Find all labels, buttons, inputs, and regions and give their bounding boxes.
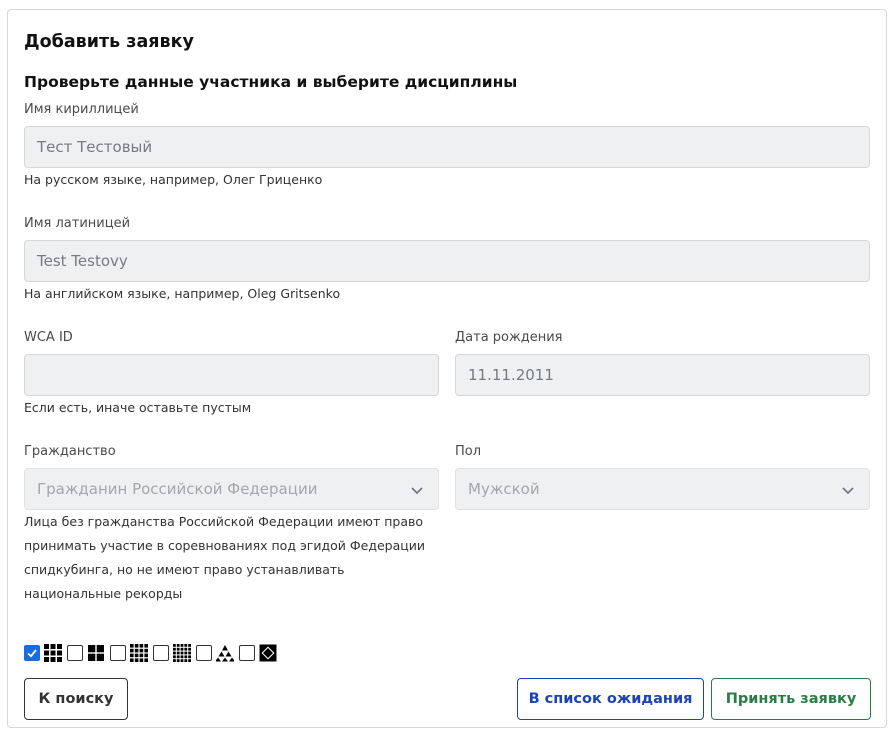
gender-select[interactable]: Мужской xyxy=(455,468,870,510)
name-cyrillic-label: Имя кириллицей xyxy=(24,102,139,117)
wca-id-input[interactable] xyxy=(24,354,439,396)
name-cyrillic-input[interactable]: Тест Тестовый xyxy=(24,126,870,168)
card-title: Добавить заявку xyxy=(24,32,194,52)
citizenship-help-line: спидкубинга, но не имеют право устанавли… xyxy=(24,562,345,577)
wca-id-label: WCA ID xyxy=(24,330,73,345)
citizenship-label: Гражданство xyxy=(24,444,116,459)
event-checkbox-pyraminx[interactable] xyxy=(196,645,212,661)
name-latin-input[interactable]: Test Testovy xyxy=(24,240,870,282)
birth-date-input[interactable]: 11.11.2011 xyxy=(455,354,870,396)
citizenship-select[interactable]: Гражданин Российской Федерации xyxy=(24,468,439,510)
add-registration-card: Добавить заявку Проверьте данные участни… xyxy=(7,9,887,728)
citizenship-help-line: национальные рекорды xyxy=(24,586,183,601)
birth-date-label: Дата рождения xyxy=(455,330,563,345)
skewb-icon xyxy=(259,644,277,662)
event-checkbox-3x3[interactable] xyxy=(24,645,40,661)
gender-value: Мужской xyxy=(468,480,540,498)
event-checkbox-2x2[interactable] xyxy=(67,645,83,661)
section-subtitle: Проверьте данные участника и выберите ди… xyxy=(24,73,518,91)
wca-id-help: Если есть, иначе оставьте пустым xyxy=(24,400,252,415)
citizenship-help-line: принимать участие в соревнованиях под эг… xyxy=(24,538,426,553)
back-to-search-button[interactable]: К поиску xyxy=(24,678,128,720)
cube-5x5-icon xyxy=(173,644,191,662)
event-selector xyxy=(24,643,282,663)
check-icon xyxy=(27,649,37,658)
name-cyrillic-help: На русском языке, например, Олег Гриценк… xyxy=(24,172,323,187)
name-latin-help: На английском языке, например, Oleg Grit… xyxy=(24,286,341,301)
cube-3x3-icon xyxy=(44,644,62,662)
chevron-down-icon xyxy=(842,487,854,495)
add-to-waitlist-button[interactable]: В список ожидания xyxy=(517,678,704,720)
pyraminx-icon xyxy=(216,645,234,662)
event-checkbox-4x4[interactable] xyxy=(110,645,126,661)
accept-registration-button[interactable]: Принять заявку xyxy=(711,678,871,720)
event-checkbox-5x5[interactable] xyxy=(153,645,169,661)
cube-4x4-icon xyxy=(130,644,148,662)
event-checkbox-skewb[interactable] xyxy=(239,645,255,661)
citizenship-help-line: Лица без гражданства Российской Федераци… xyxy=(24,514,423,529)
citizenship-value: Гражданин Российской Федерации xyxy=(37,480,318,498)
citizenship-help: Лица без гражданства Российской Федераци… xyxy=(24,510,425,606)
gender-label: Пол xyxy=(455,444,482,459)
cube-2x2-icon xyxy=(88,645,104,661)
name-latin-label: Имя латиницей xyxy=(24,216,131,231)
chevron-down-icon xyxy=(411,487,423,495)
